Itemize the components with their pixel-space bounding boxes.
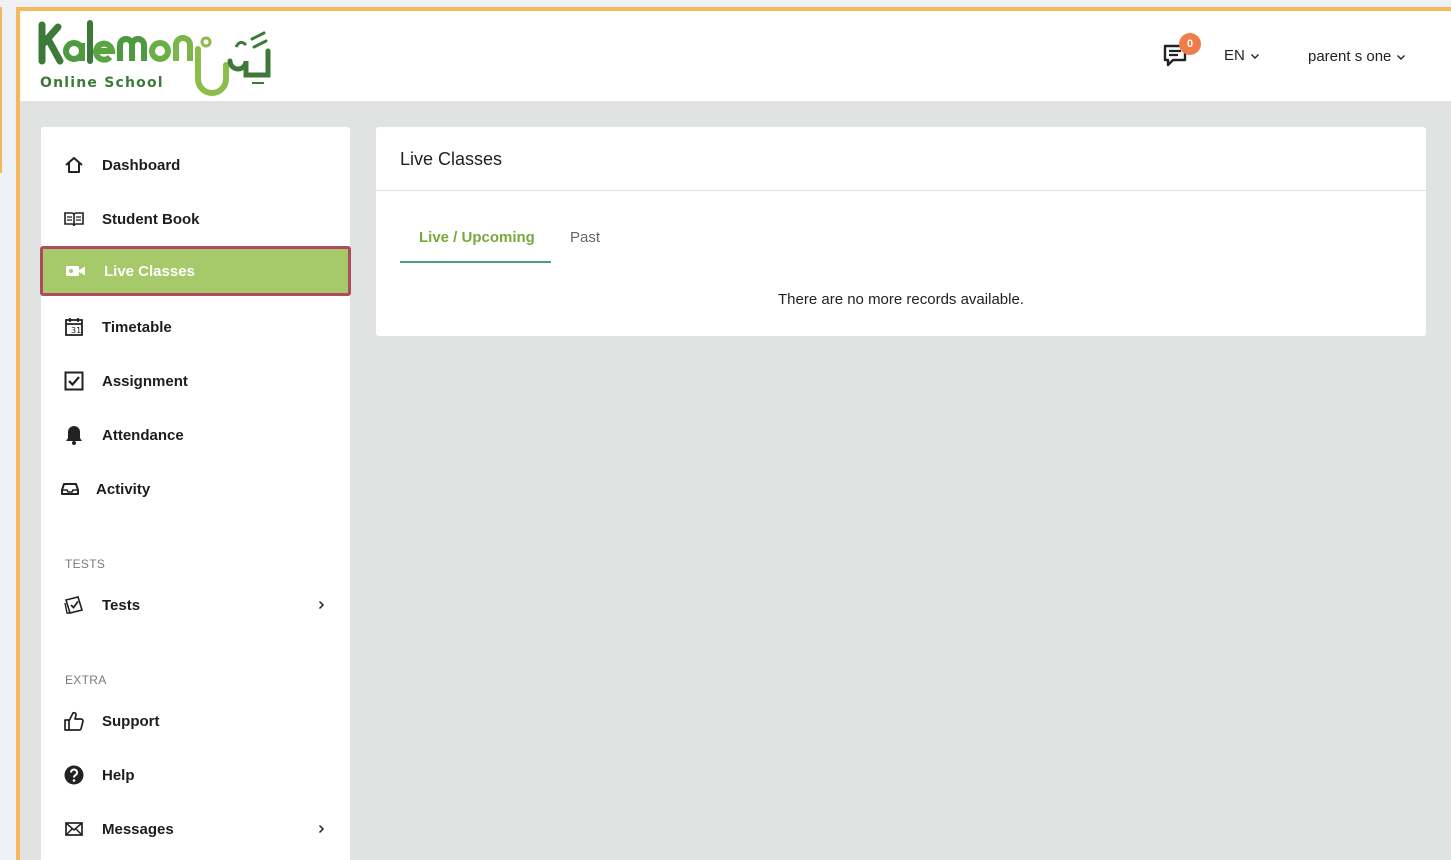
top-header: Online School 0 EN parent s one [20, 11, 1451, 101]
chevron-right-icon [318, 600, 325, 610]
sidebar-item-student-book[interactable]: Student Book [41, 194, 350, 244]
user-name: parent s one [1308, 48, 1392, 65]
sidebar-item-label: Attendance [102, 426, 184, 444]
sidebar-item-timetable[interactable]: 31 Timetable [41, 302, 350, 352]
sidebar-item-help[interactable]: Help [41, 750, 350, 800]
svg-text:31: 31 [71, 326, 81, 335]
page-title: Live Classes [400, 149, 503, 169]
checkbox-icon [63, 370, 85, 392]
inbox-icon [59, 478, 81, 500]
sidebar-item-support[interactable]: Support [41, 696, 350, 746]
bell-icon [63, 424, 85, 446]
sidebar-item-label: Activity [96, 480, 151, 498]
kalemon-logo[interactable]: Online School [38, 17, 278, 97]
language-label: EN [1224, 47, 1245, 64]
sidebar-item-label: Live Classes [104, 262, 195, 280]
frame-side-marker [0, 7, 2, 173]
sidebar-item-label: Assignment [102, 372, 188, 390]
sidebar-item-messages[interactable]: Messages [41, 804, 350, 854]
sidebar-item-activity[interactable]: Activity [41, 464, 350, 514]
chevron-right-icon [318, 824, 325, 834]
sidebar-item-attendance[interactable]: Attendance [41, 410, 350, 460]
thumbs-up-icon [63, 710, 85, 732]
sidebar-nav: Dashboard Student Book Live Classes 31 T… [40, 127, 351, 860]
empty-state-message: There are no more records available. [778, 291, 1024, 308]
video-camera-icon [65, 260, 87, 282]
sidebar-item-label: Tests [102, 596, 141, 614]
section-label-tests: TESTS [65, 557, 106, 571]
chevron-down-icon [1250, 53, 1259, 59]
sidebar-item-label: Dashboard [102, 156, 181, 174]
logo-subtitle: Online School [40, 75, 164, 91]
active-tab-indicator [400, 261, 551, 263]
sidebar-item-assignment[interactable]: Assignment [41, 356, 350, 406]
user-menu-dropdown[interactable]: parent s one [1308, 48, 1406, 65]
sidebar-item-label: Help [102, 766, 135, 784]
sidebar-item-live-classes[interactable]: Live Classes [40, 246, 351, 296]
panel-divider [376, 190, 1426, 191]
sidebar-item-label: Timetable [102, 318, 172, 336]
clipboard-check-icon [63, 594, 85, 616]
sidebar-item-tests[interactable]: Tests [41, 580, 350, 630]
messages-count-badge: 0 [1179, 33, 1201, 55]
sidebar-item-dashboard[interactable]: Dashboard [41, 140, 350, 190]
sidebar-item-label: Student Book [102, 210, 200, 228]
book-icon [63, 208, 85, 230]
sidebar-item-label: Messages [102, 820, 174, 838]
envelope-icon [63, 818, 85, 840]
section-label-extra: EXTRA [65, 673, 107, 687]
live-classes-panel: Live Classes Live / Upcoming Past There … [376, 127, 1426, 336]
tab-past[interactable]: Past [570, 229, 600, 246]
calendar-icon: 31 [63, 316, 85, 338]
home-icon [63, 154, 85, 176]
question-circle-icon [63, 764, 85, 786]
sidebar-item-label: Support [102, 712, 160, 730]
chevron-down-icon [1397, 54, 1406, 60]
app-frame: Online School 0 EN parent s one Dashboar… [16, 7, 1451, 860]
language-dropdown[interactable]: EN [1224, 47, 1260, 64]
tab-live-upcoming[interactable]: Live / Upcoming [419, 229, 535, 246]
